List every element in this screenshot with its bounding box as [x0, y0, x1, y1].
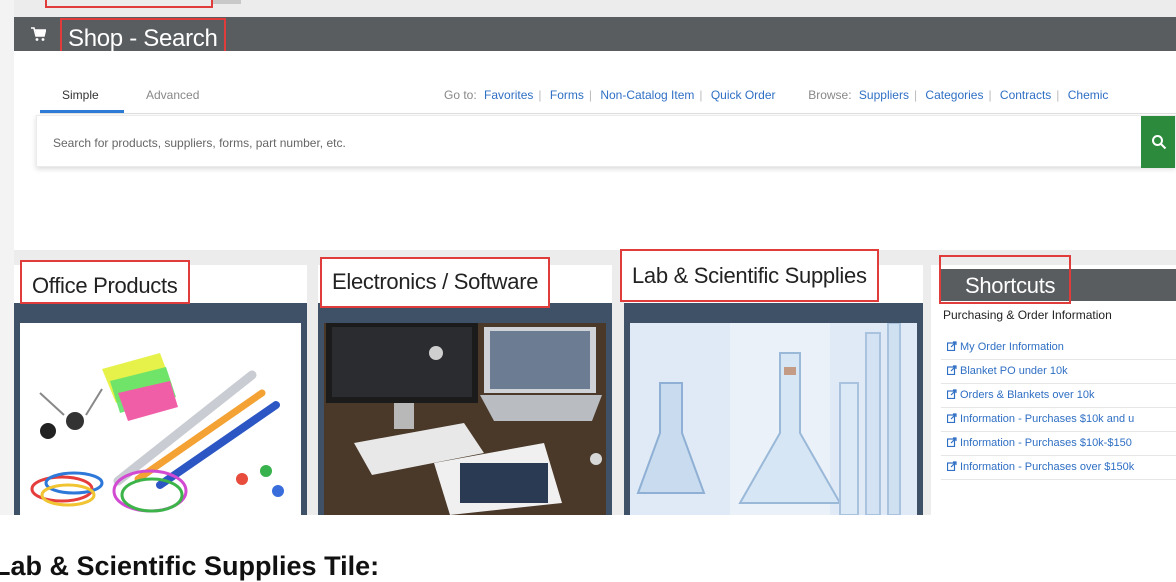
list-item[interactable]: Information - Purchases $10k and u	[941, 408, 1176, 432]
shortcut-link[interactable]: Orders & Blankets over 10k	[960, 389, 1095, 401]
search-button[interactable]	[1141, 116, 1175, 168]
browse-label: Browse:	[808, 88, 852, 102]
tile-title-lab-scientific-supplies: Lab & Scientific Supplies	[620, 249, 879, 302]
external-link-icon	[947, 413, 957, 423]
shortcuts-list: My Order Information Blanket PO under 10…	[941, 336, 1176, 480]
page-header: Shop - Search	[14, 17, 1176, 60]
list-item[interactable]: My Order Information	[941, 336, 1176, 360]
list-item[interactable]: Information - Purchases $10k-$150	[941, 432, 1176, 456]
shortcut-link[interactable]: Blanket PO under 10k	[960, 365, 1068, 377]
office-products-image	[20, 323, 301, 515]
list-item[interactable]: Blanket PO under 10k	[941, 360, 1176, 384]
tile-title-electronics-software: Electronics / Software	[320, 257, 551, 308]
cart-icon	[31, 27, 46, 41]
shortcuts-subtitle: Purchasing & Order Information	[943, 308, 1112, 322]
list-item[interactable]: Information - Purchases over $150k	[941, 456, 1176, 480]
search-input[interactable]	[51, 132, 955, 154]
office-supplies-illustration	[20, 323, 301, 515]
top-gray-tab	[213, 0, 241, 4]
left-edge	[0, 0, 14, 515]
tile-title-office-products: Office Products	[20, 260, 190, 304]
external-link-icon	[947, 461, 957, 471]
list-item[interactable]: Orders & Blankets over 10k	[941, 384, 1176, 408]
tile-office-products[interactable]: Office Products	[14, 260, 307, 515]
external-link-icon	[947, 341, 957, 351]
link-favorites[interactable]: Favorites	[484, 88, 533, 102]
link-non-catalog-item[interactable]: Non-Catalog Item	[600, 88, 694, 102]
search-box	[36, 115, 1176, 168]
tile-lab-scientific-supplies[interactable]: Lab & Scientific Supplies	[620, 249, 923, 515]
shortcuts-header: Shortcuts	[939, 255, 1176, 304]
shortcuts-panel: Shortcuts Purchasing & Order Information…	[931, 255, 1176, 515]
tile-electronics-software[interactable]: Electronics / Software	[318, 257, 612, 515]
search-panel: Simple Advanced Go to: Favorites | Forms |…	[14, 51, 1176, 250]
link-forms[interactable]: Forms	[550, 88, 584, 102]
electronics-image	[324, 323, 606, 515]
external-link-icon	[947, 365, 957, 375]
top-highlight-box	[45, 0, 213, 8]
shortcut-link[interactable]: My Order Information	[960, 341, 1064, 353]
quick-links: Go to: Favorites | Forms | Non-Catalog Ite…	[444, 88, 1109, 102]
link-suppliers[interactable]: Suppliers	[859, 88, 909, 102]
goto-label: Go to:	[444, 88, 477, 102]
shortcut-link[interactable]: Information - Purchases over $150k	[960, 461, 1134, 473]
document-caption: Lab & Scientific Supplies Tile:	[0, 551, 380, 581]
electronics-illustration	[324, 323, 606, 515]
link-chemicals[interactable]: Chemic	[1068, 88, 1109, 102]
link-quick-order[interactable]: Quick Order	[711, 88, 776, 102]
screenshot-frame: Shop - Search Simple Advanced Go to: Fav…	[0, 0, 1176, 515]
tab-divider	[40, 113, 1176, 114]
link-categories[interactable]: Categories	[925, 88, 983, 102]
external-link-icon	[947, 437, 957, 447]
shortcut-link[interactable]: Information - Purchases $10k-$150	[960, 437, 1132, 449]
tab-simple[interactable]: Simple	[62, 88, 99, 102]
link-contracts[interactable]: Contracts	[1000, 88, 1051, 102]
lab-supplies-image	[630, 323, 917, 515]
lab-glassware-illustration	[630, 323, 917, 515]
shortcut-link[interactable]: Information - Purchases $10k and u	[960, 413, 1134, 425]
external-link-icon	[947, 389, 957, 399]
search-icon	[1152, 135, 1167, 150]
tab-advanced[interactable]: Advanced	[146, 88, 199, 102]
shortcuts-title: Shortcuts	[939, 255, 1072, 304]
